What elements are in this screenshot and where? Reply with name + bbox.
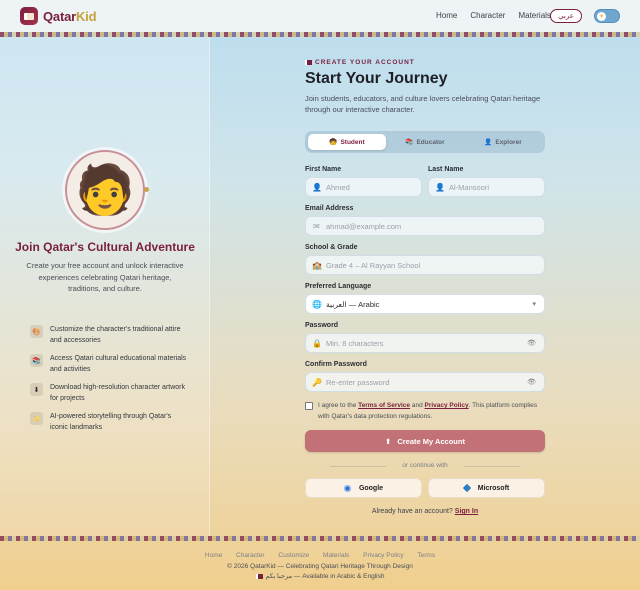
globe-icon: 🌐 bbox=[312, 299, 322, 309]
microsoft-signin-button[interactable]: Microsoft bbox=[428, 478, 545, 498]
footer-link-character[interactable]: Character bbox=[236, 552, 265, 559]
role-tab-educator[interactable]: 📚 Educator bbox=[386, 134, 464, 150]
form-title: Start Your Journey bbox=[305, 70, 448, 87]
footer-link-customize[interactable]: Customize bbox=[278, 552, 309, 559]
child-icon: 🧒 bbox=[329, 138, 338, 146]
feature-list: 🎨 Customize the character's traditional … bbox=[30, 325, 190, 441]
feature-item: 🎨 Customize the character's traditional … bbox=[30, 325, 190, 346]
email-label: Email Address bbox=[305, 205, 354, 212]
google-icon bbox=[343, 484, 351, 492]
left-panel-title: Join Qatar's Cultural Adventure bbox=[15, 240, 195, 254]
key-icon: 🔑 bbox=[312, 377, 322, 387]
terms-checkbox[interactable] bbox=[305, 402, 313, 410]
user-icon: 👤 bbox=[312, 182, 322, 192]
sun-icon: ☀ bbox=[597, 12, 606, 21]
feature-item: 📚 Access Qatari cultural educational mat… bbox=[30, 354, 190, 375]
qatar-flag-icon bbox=[255, 573, 263, 579]
school-label: School & Grade bbox=[305, 244, 358, 251]
school-field[interactable]: 🏫 Grade 4 – Al Rayyan School bbox=[305, 255, 545, 275]
feature-item: ⬇ Download high-resolution character art… bbox=[30, 383, 190, 404]
feature-text: Customize the character's traditional at… bbox=[50, 326, 181, 344]
logo-flag-icon bbox=[20, 7, 38, 25]
user-icon: 👤 bbox=[435, 182, 445, 192]
signin-link[interactable]: Sign In bbox=[455, 508, 478, 515]
eye-icon[interactable]: 👁 bbox=[527, 378, 536, 386]
email-field[interactable]: ✉ ahmad@example.com bbox=[305, 216, 545, 236]
nav-materials[interactable]: Materials bbox=[518, 11, 550, 20]
language-select[interactable]: 🌐 العربية — Arabic ▾ bbox=[305, 294, 545, 314]
footer-availability: مرحبا بكم — Available in Arabic & Englis… bbox=[0, 572, 640, 580]
password-label: Password bbox=[305, 322, 339, 329]
confirm-password-label: Confirm Password bbox=[305, 361, 367, 368]
terms-agreement-text: I agree to the Terms of Service and Priv… bbox=[318, 402, 538, 420]
books-icon: 📚 bbox=[405, 138, 414, 146]
feature-text: Download high-resolution character artwo… bbox=[50, 384, 186, 402]
nav-character[interactable]: Character bbox=[470, 11, 505, 20]
form-subtitle: Join students, educators, and culture lo… bbox=[305, 94, 541, 114]
role-selector: 🧒 Student 📚 Educator 👤 Explorer bbox=[305, 131, 545, 153]
terms-link[interactable]: Terms of Service bbox=[358, 402, 410, 409]
divider-line bbox=[464, 466, 520, 467]
form-eyebrow: CREATE YOUR ACCOUNT bbox=[305, 59, 415, 66]
chevron-down-icon: ▾ bbox=[532, 300, 536, 308]
theme-toggle[interactable]: ☀ bbox=[594, 9, 620, 23]
last-name-label: Last Name bbox=[428, 166, 464, 173]
books-icon: 📚 bbox=[30, 354, 43, 367]
character-avatar: 🧑 bbox=[65, 150, 145, 230]
lock-icon: 🔒 bbox=[312, 338, 322, 348]
decorative-dot bbox=[144, 187, 149, 192]
eye-icon[interactable]: 👁 bbox=[527, 339, 536, 347]
left-panel-subtitle: Create your free account and unlock inte… bbox=[26, 261, 184, 293]
top-navbar: QatarKid Home Character Materials عربي ☀ bbox=[0, 0, 640, 32]
logo-text: QatarKid bbox=[43, 8, 97, 24]
palette-icon: 🎨 bbox=[30, 325, 43, 338]
bolt-icon: ⬆ bbox=[385, 436, 392, 446]
footer-link-terms[interactable]: Terms bbox=[417, 552, 435, 559]
download-icon: ⬇ bbox=[30, 383, 43, 396]
language-toggle-button[interactable]: عربي bbox=[550, 9, 582, 23]
password-field[interactable]: 🔒 Min. 8 characters 👁 bbox=[305, 333, 545, 353]
sparkles-icon: ✨ bbox=[30, 412, 43, 425]
create-account-button[interactable]: ⬆ Create My Account bbox=[305, 430, 545, 452]
envelope-icon: ✉ bbox=[313, 221, 320, 231]
role-tab-student[interactable]: 🧒 Student bbox=[308, 134, 386, 150]
footer-link-privacy[interactable]: Privacy Policy bbox=[363, 552, 403, 559]
feature-item: ✨ AI-powered storytelling through Qatar'… bbox=[30, 412, 190, 433]
first-name-field[interactable]: 👤 Ahmed bbox=[305, 177, 422, 197]
logo[interactable]: QatarKid bbox=[20, 7, 97, 25]
footer-link-home[interactable]: Home bbox=[205, 552, 222, 559]
feature-text: Access Qatari cultural educational mater… bbox=[50, 355, 187, 373]
privacy-link[interactable]: Privacy Policy bbox=[425, 402, 469, 409]
person-icon: 👤 bbox=[484, 138, 493, 146]
school-icon: 🏫 bbox=[312, 260, 322, 270]
last-name-field[interactable]: 👤 Al-Mansoori bbox=[428, 177, 545, 197]
feature-text: AI-powered storytelling through Qatar's … bbox=[50, 413, 172, 431]
decorative-pattern-border bbox=[0, 536, 640, 541]
microsoft-icon bbox=[462, 483, 471, 493]
footer-links: Home Character Customize Materials Priva… bbox=[0, 552, 640, 559]
google-signin-button[interactable]: Google bbox=[305, 478, 422, 498]
language-label: Preferred Language bbox=[305, 283, 372, 290]
signin-prompt: Already have an account? Sign In bbox=[371, 508, 479, 515]
first-name-label: First Name bbox=[305, 166, 342, 173]
role-tab-explorer[interactable]: 👤 Explorer bbox=[464, 134, 542, 150]
confirm-password-field[interactable]: 🔑 Re-enter password 👁 bbox=[305, 372, 545, 392]
footer-copyright: © 2026 QatarKid — Celebrating Qatari Her… bbox=[227, 563, 413, 570]
nav-home[interactable]: Home bbox=[436, 11, 457, 20]
left-panel: 🧑 Join Qatar's Cultural Adventure Create… bbox=[0, 37, 210, 536]
footer-link-materials[interactable]: Materials bbox=[323, 552, 349, 559]
qatar-flag-icon bbox=[305, 59, 312, 65]
main-nav: Home Character Materials bbox=[436, 11, 564, 20]
